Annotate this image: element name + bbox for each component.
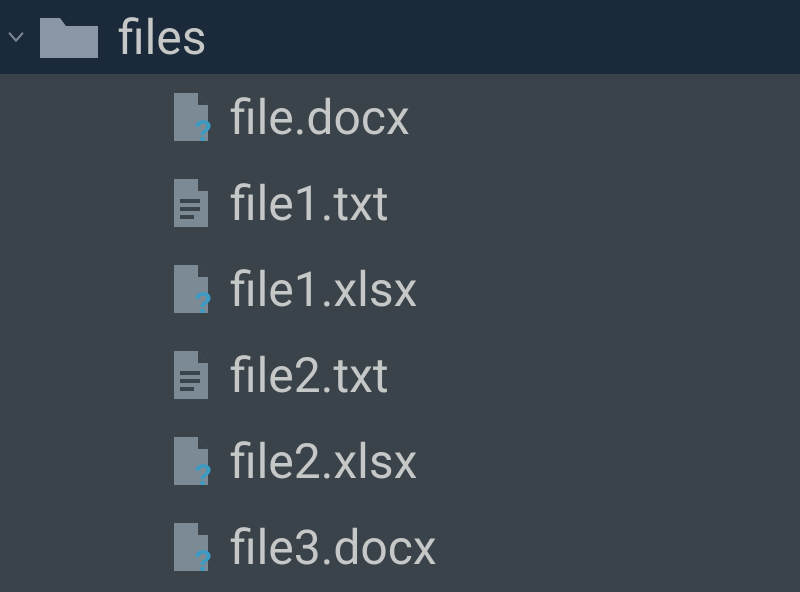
file-label: file3.docx [230, 519, 437, 576]
file-row[interactable]: file1.txt [170, 160, 800, 246]
file-tree: files ? file.docx [0, 0, 800, 592]
file-label: file1.xlsx [230, 261, 417, 318]
file-row[interactable]: ? file.docx [170, 74, 800, 160]
chevron-down-icon[interactable] [4, 26, 28, 48]
file-unknown-icon: ? [170, 521, 212, 573]
svg-text:?: ? [194, 545, 212, 573]
file-label: file2.xlsx [230, 433, 417, 490]
folder-children: ? file.docx file1.txt [0, 74, 800, 590]
svg-text:?: ? [194, 287, 212, 315]
file-label: file.docx [230, 89, 410, 146]
file-label: file2.txt [230, 347, 389, 404]
file-row[interactable]: ? file1.xlsx [170, 246, 800, 332]
folder-row-files[interactable]: files [0, 0, 800, 74]
file-row[interactable]: ? file3.docx [170, 504, 800, 590]
file-unknown-icon: ? [170, 91, 212, 143]
file-label: file1.txt [230, 175, 389, 232]
file-text-icon [170, 177, 212, 229]
file-unknown-icon: ? [170, 435, 212, 487]
folder-icon [38, 12, 100, 62]
folder-label: files [118, 9, 207, 66]
file-unknown-icon: ? [170, 263, 212, 315]
file-row[interactable]: ? file2.xlsx [170, 418, 800, 504]
file-text-icon [170, 349, 212, 401]
file-row[interactable]: file2.txt [170, 332, 800, 418]
svg-text:?: ? [194, 459, 212, 487]
svg-text:?: ? [194, 115, 212, 143]
